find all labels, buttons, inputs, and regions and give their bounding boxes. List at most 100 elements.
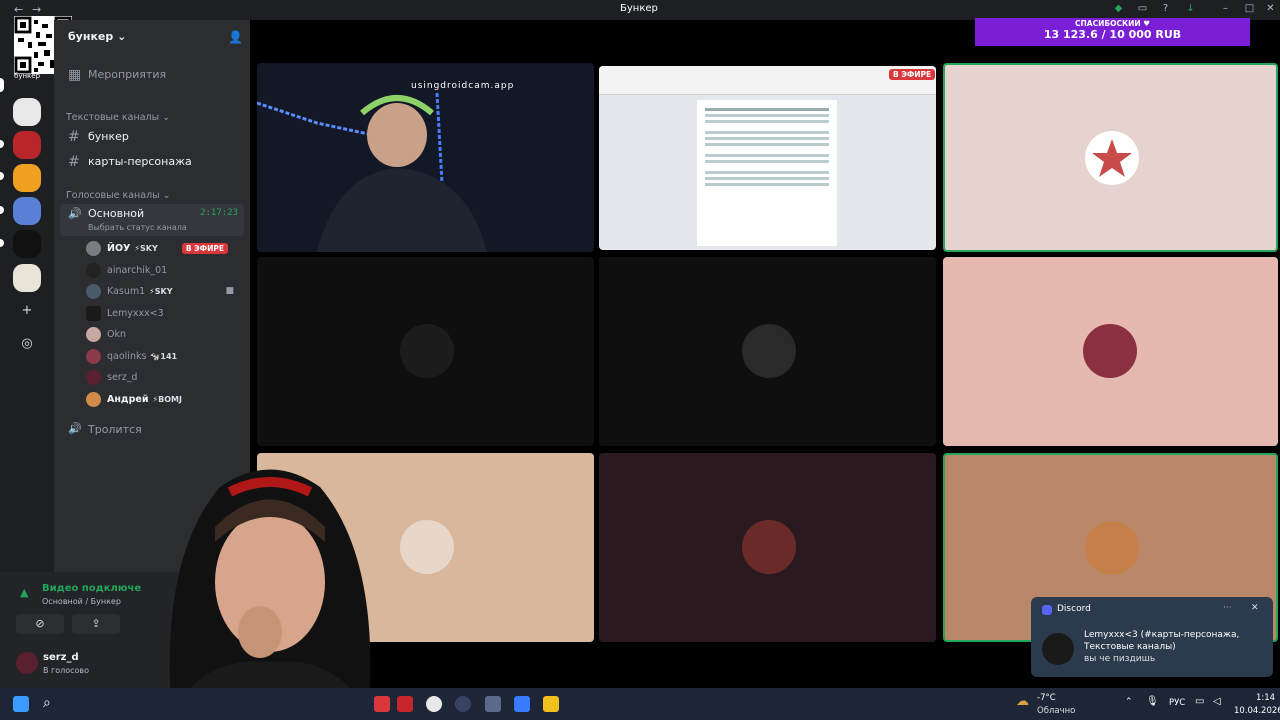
avatar <box>86 284 101 299</box>
active-server-pill <box>0 78 4 92</box>
events-item[interactable]: ▦ Мероприятия <box>60 64 244 86</box>
weather-icon: ☁ <box>1016 694 1029 709</box>
obs-icon[interactable] <box>455 696 471 712</box>
weather-temp[interactable]: -7°C <box>1037 693 1056 703</box>
calendar-icon: ▦ <box>68 67 82 83</box>
donation-goal-widget: СПАСИБОСКИИ ♥ 13 123.6 / 10 000 RUB <box>975 18 1250 46</box>
language-indicator[interactable]: РУС <box>1169 698 1185 708</box>
close-icon[interactable]: ✕ <box>1265 3 1276 14</box>
avatar <box>86 349 101 364</box>
voice-user[interactable]: Lemyxxx<3 <box>82 304 242 324</box>
video-tile-screenshare[interactable]: В ЭФИРЕ <box>599 66 936 250</box>
discord-logo-icon <box>1042 605 1052 615</box>
voice-user[interactable]: serz_d <box>82 368 242 388</box>
speaker-icon: 🔊 <box>68 422 82 435</box>
notification-app: Discord <box>1057 604 1091 614</box>
weather-desc[interactable]: Облачно <box>1037 706 1075 716</box>
hash-icon: # <box>68 154 80 170</box>
filezilla-icon[interactable] <box>397 696 413 712</box>
server-name[interactable]: бункер ⌄ <box>68 30 126 43</box>
title-bar: ← → Бункер ◆ ▭ ? ↓ – □ ✕ <box>0 0 1280 20</box>
forward-arrow-icon[interactable]: → <box>32 3 41 16</box>
user-avatar-red <box>742 520 796 574</box>
close-notification-icon[interactable]: ✕ <box>1251 603 1259 613</box>
volume-icon[interactable]: ◁ <box>1213 696 1221 707</box>
video-tile-user[interactable] <box>599 453 936 642</box>
minimize-icon[interactable]: – <box>1220 3 1231 14</box>
tray-expand-icon[interactable]: ⌃ <box>1125 697 1133 707</box>
server-icon-dark[interactable] <box>13 230 41 258</box>
server-icon-blue[interactable] <box>13 197 41 225</box>
avatar <box>86 306 101 321</box>
more-options-icon[interactable]: ··· <box>1223 603 1232 613</box>
voice-user[interactable]: ainarchik_01 <box>82 261 242 281</box>
hash-icon: # <box>68 129 80 145</box>
server-icon-ghost[interactable] <box>13 98 41 126</box>
window-title: Бункер <box>620 3 658 14</box>
user-avatar-anime <box>1083 324 1137 378</box>
voice-channel-main[interactable]: 🔊 Основной 2:17:23 Выбрать статус канала <box>60 204 244 236</box>
app-icon-blue[interactable] <box>514 696 530 712</box>
windows-start-icon[interactable] <box>13 696 29 712</box>
video-tile-speaking-user[interactable] <box>943 63 1278 252</box>
discord-notification[interactable]: Discord ··· ✕ Lemyxxx<3 (#карты-персонаж… <box>1031 597 1273 677</box>
text-channel-bunker[interactable]: # бункер <box>60 126 244 148</box>
server-icon-red[interactable] <box>13 131 41 159</box>
user-avatar-dark <box>742 324 796 378</box>
yandex-browser-icon[interactable] <box>426 696 442 712</box>
user-avatar-dark <box>400 324 454 378</box>
add-server-icon[interactable]: + <box>17 301 37 321</box>
channel-status[interactable]: Выбрать статус канала <box>88 223 187 232</box>
app-icon-red[interactable] <box>374 696 390 712</box>
voice-user[interactable]: ЙОУ ⚡SKY В ЭФИРЕ <box>82 239 242 259</box>
text-category[interactable]: Текстовые каналы ⌄ <box>66 112 170 123</box>
download-icon[interactable]: ↓ <box>1185 3 1196 14</box>
clock-date[interactable]: 10.04.2026 <box>1234 706 1280 716</box>
voice-user[interactable]: Okn <box>82 325 242 345</box>
server-icon-orange[interactable] <box>13 164 41 192</box>
document-page <box>697 100 837 246</box>
voice-user[interactable]: qaolinks 🐄141 <box>82 347 242 367</box>
nitro-leaf-icon[interactable]: ◆ <box>1113 3 1124 14</box>
voice-category[interactable]: Голосовые каналы ⌄ <box>66 190 171 201</box>
avatar <box>86 263 101 278</box>
video-tile-webcam[interactable]: usingdroidcam.app <box>257 63 594 252</box>
search-icon[interactable]: ⌕ <box>43 695 51 711</box>
user-avatar-star <box>1085 131 1139 185</box>
windows-taskbar: ⌕ ☁ -7°C Облачно ⌃ 🎙 РУС ▭ ◁ 1:14 10.04.… <box>0 688 1280 720</box>
video-tile-user[interactable] <box>599 257 936 446</box>
voice-user[interactable]: Kasum1 ⚡SKY ■ <box>82 282 242 302</box>
microphone-icon[interactable]: 🎙 <box>1146 696 1159 707</box>
back-arrow-icon[interactable]: ← <box>14 3 23 16</box>
video-tile-user[interactable] <box>257 257 594 446</box>
voice-timer: 2:17:23 <box>200 208 238 218</box>
user-avatar-anime <box>1085 521 1139 575</box>
avatar <box>86 392 101 407</box>
server-icon-ship[interactable] <box>13 264 41 292</box>
app-icon-yellow[interactable] <box>543 696 559 712</box>
webcam-scene <box>257 63 594 252</box>
network-icon[interactable]: ▭ <box>1195 696 1204 707</box>
donation-label: СПАСИБОСКИИ ♥ <box>1075 19 1150 28</box>
avatar <box>86 241 101 256</box>
app-icon-file[interactable] <box>485 696 501 712</box>
notification-message: вы че пиздишь <box>1084 654 1156 664</box>
active-server-label: бункер <box>14 72 41 80</box>
user-status: В голосово <box>43 666 90 675</box>
sender-avatar <box>1042 633 1074 665</box>
user-avatar[interactable] <box>16 652 38 674</box>
help-icon[interactable]: ? <box>1160 3 1171 14</box>
camera-off-button[interactable]: ⊘ <box>16 614 64 634</box>
unread-pill <box>0 239 4 247</box>
maximize-icon[interactable]: □ <box>1244 3 1255 14</box>
invite-icon[interactable]: 👤 <box>228 30 243 44</box>
signal-icon: ▲ <box>20 586 29 599</box>
word-toolbar <box>599 66 936 95</box>
text-channel-cards[interactable]: # карты-персонажа <box>60 151 244 173</box>
clock-time[interactable]: 1:14 <box>1256 693 1275 703</box>
inbox-icon[interactable]: ▭ <box>1137 3 1148 14</box>
user-name: serz_d <box>43 652 79 663</box>
voice-user[interactable]: Андрей ⚡BOMJ <box>82 390 242 410</box>
video-tile-user[interactable] <box>943 257 1278 446</box>
discover-icon[interactable]: ◎ <box>17 334 37 354</box>
